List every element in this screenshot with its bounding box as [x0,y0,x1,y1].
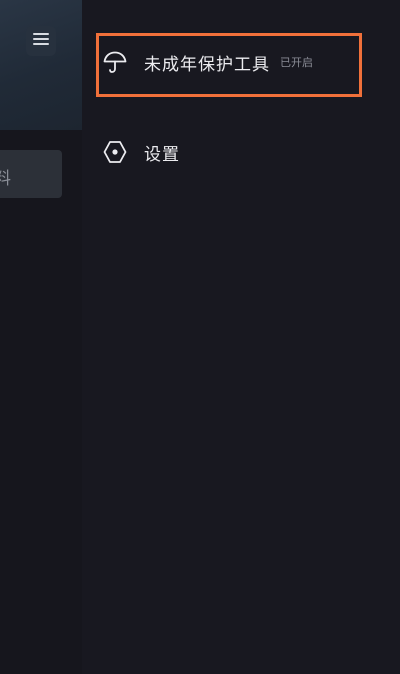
hamburger-menu-icon [32,31,50,51]
drawer-item-minor-protection[interactable]: 未成年保护工具 已开启 [82,40,400,84]
hexagon-settings-icon [102,139,128,165]
background-page: 料 [0,0,82,674]
drawer-item-label: 未成年保护工具 [144,54,270,75]
background-card-text: 料 [0,169,11,189]
screen: 料 未成年保护工具 已开启 设置 [0,0,400,674]
status-badge: 已开启 [280,56,313,69]
drawer-item-label: 设置 [144,144,180,165]
side-drawer: 未成年保护工具 已开启 设置 [82,0,400,674]
menu-button[interactable] [26,26,56,56]
drawer-item-settings[interactable]: 设置 [82,130,400,174]
background-card[interactable]: 料 [0,150,62,198]
background-header [0,0,82,130]
umbrella-icon [102,49,128,75]
